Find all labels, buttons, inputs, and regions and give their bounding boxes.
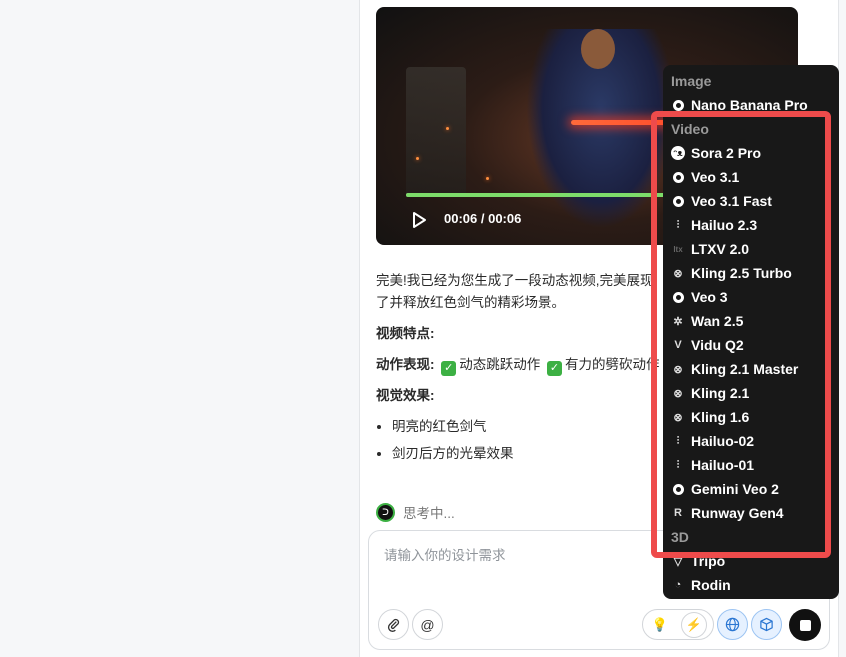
visual-list: 明亮的红色剑气 剑刃后方的光晕效果 (392, 416, 666, 465)
cube-icon (760, 617, 773, 632)
background-lantern (406, 67, 466, 197)
action-item: 动态跳跃动作 (459, 357, 541, 372)
action-item: 有力的劈砍动作 (565, 357, 660, 372)
checkmark-icon: ✓ (441, 361, 457, 376)
attach-button[interactable] (378, 609, 409, 640)
menu-item-rodin[interactable]: ◔ Rodin (671, 575, 731, 595)
action-line: 动作表现: ✓ 动态跳跃动作 ✓ 有力的劈砍动作 (376, 354, 666, 376)
web-search-button[interactable] (717, 609, 748, 640)
checkmark-icon: ✓ (547, 361, 563, 376)
stop-icon (799, 619, 811, 631)
stop-button[interactable] (789, 609, 821, 641)
model-select-button[interactable] (751, 609, 782, 640)
video-subject-head (581, 29, 615, 69)
mention-button[interactable]: @ (412, 609, 443, 640)
rodin-icon: ◔ (674, 579, 682, 591)
mode-toggle[interactable]: 💡 ⚡ (642, 609, 714, 640)
visual-heading: 视觉效果: (376, 388, 435, 403)
list-item: 明亮的红色剑气 (392, 416, 666, 438)
prompt-placeholder: 请输入你的设计需求 (384, 548, 506, 563)
assistant-message: 完美!我已经为您生成了一段动态视频,完美展现了并释放红色剑气的精彩场景。 视频特… (376, 270, 666, 470)
thinking-label: 思考中... (403, 506, 455, 521)
section-image: Image (671, 73, 712, 89)
menu-item-label: Rodin (691, 577, 731, 593)
globe-icon (725, 617, 740, 632)
video-time: 00:06 / 00:06 (444, 211, 522, 226)
paperclip-icon (387, 618, 400, 632)
idea-mode-button[interactable]: 💡 (647, 612, 673, 638)
highlight-annotation (651, 111, 831, 558)
lightning-icon: ⚡ (685, 617, 703, 632)
spark (486, 177, 489, 180)
assistant-avatar: ᑐ (376, 502, 395, 522)
thinking-indicator: ᑐ 思考中... (376, 502, 455, 522)
action-label: 动作表现: (376, 357, 435, 372)
list-item: 剑刃后方的光晕效果 (392, 443, 666, 465)
spark (446, 127, 449, 130)
at-icon: @ (420, 616, 435, 633)
fast-mode-button[interactable]: ⚡ (681, 612, 707, 638)
play-icon[interactable] (409, 210, 429, 230)
ring-icon (671, 98, 685, 112)
lightbulb-icon: 💡 (651, 617, 669, 632)
message-intro: 完美!我已经为您生成了一段动态视频,完美展现了并释放红色剑气的精彩场景。 (376, 273, 654, 310)
spark (416, 157, 419, 160)
features-heading: 视频特点: (376, 326, 435, 341)
